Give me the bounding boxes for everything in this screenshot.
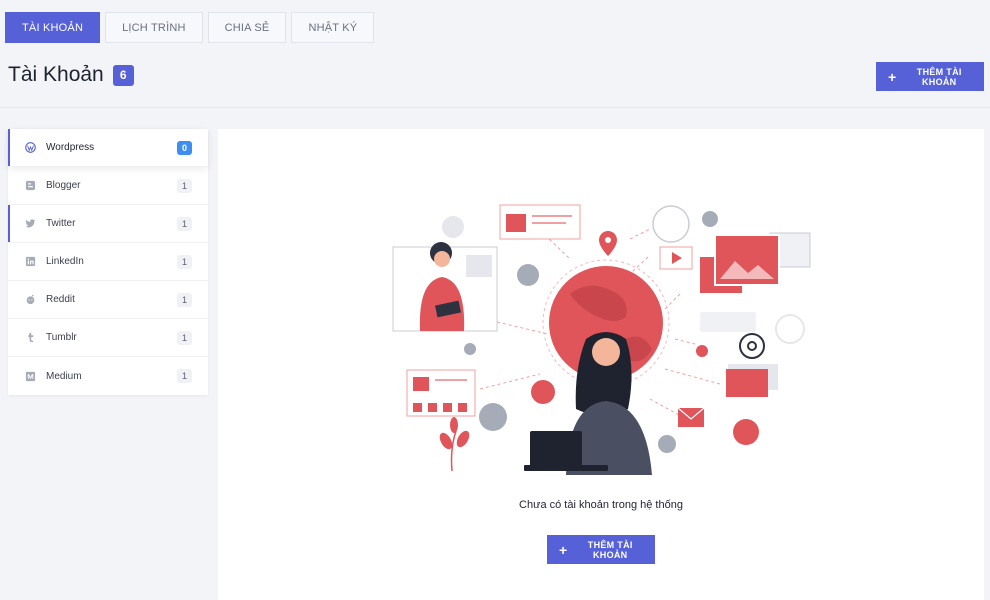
sidebar-item-label: Twitter (46, 218, 76, 229)
sidebar-item-count: 1 (177, 330, 192, 345)
twitter-icon (25, 218, 36, 229)
sidebar-item-tumblr[interactable]: Tumblr 1 (8, 319, 208, 357)
tab-schedule[interactable]: LỊCH TRÌNH (105, 12, 203, 43)
add-account-button-empty[interactable]: + THÊM TÀI KHOẢN (547, 535, 655, 564)
sidebar-item-label: Blogger (46, 180, 81, 191)
tab-bar: TÀI KHOẢN LỊCH TRÌNH CHIA SẺ NHẬT KÝ (5, 12, 375, 43)
sidebar-item-count: 1 (177, 254, 192, 269)
sidebar-item-label: Wordpress (46, 142, 95, 153)
account-count-badge: 6 (112, 64, 134, 86)
wordpress-icon (25, 142, 36, 153)
plus-icon: + (888, 68, 897, 85)
sidebar-item-count: 0 (177, 140, 192, 155)
tab-accounts[interactable]: TÀI KHOẢN (5, 12, 101, 43)
sidebar-item-count: 1 (177, 178, 192, 193)
sidebar-item-label: Medium (46, 370, 82, 382)
page-header: Tài Khoản 6 (8, 63, 134, 87)
add-account-label: THÊM TÀI KHOẢN (587, 539, 633, 560)
social-media-illustration (392, 204, 811, 475)
sidebar-item-blogger[interactable]: Blogger 1 (8, 167, 208, 205)
tab-share[interactable]: CHIA SẺ (207, 12, 287, 43)
add-account-button[interactable]: + THÊM TÀI KHOẢN (876, 62, 984, 91)
sidebar-item-twitter[interactable]: Twitter 1 (8, 205, 208, 243)
platform-sidebar: Wordpress 0 Blogger 1 Twitter 1 LinkedIn… (8, 129, 208, 395)
tab-log[interactable]: NHẬT KÝ (291, 12, 375, 43)
empty-state-panel: Chưa có tài khoản trong hệ thống + THÊM … (218, 129, 984, 600)
sidebar-item-label: LinkedIn (46, 256, 84, 267)
medium-icon (25, 371, 36, 382)
sidebar-item-reddit[interactable]: Reddit 1 (8, 281, 208, 319)
sidebar-item-count: 1 (177, 216, 192, 231)
sidebar-item-count: 1 (177, 369, 192, 383)
linkedin-icon (25, 256, 36, 267)
tumblr-icon (25, 332, 36, 343)
sidebar-item-label: Reddit (46, 294, 75, 305)
page-title: Tài Khoản (8, 63, 104, 86)
blogger-icon (25, 180, 36, 191)
sidebar-item-label: Tumblr (46, 332, 77, 343)
empty-state-message: Chưa có tài khoản trong hệ thống (519, 499, 683, 511)
reddit-icon (25, 294, 36, 305)
plus-icon: + (559, 541, 568, 558)
sidebar-item-linkedin[interactable]: LinkedIn 1 (8, 243, 208, 281)
sidebar-item-medium[interactable]: Medium 1 (8, 357, 208, 395)
sidebar-item-count: 1 (177, 292, 192, 307)
header-divider (0, 107, 990, 108)
sidebar-item-wordpress[interactable]: Wordpress 0 (8, 129, 208, 167)
add-account-label: THÊM TÀI KHOẢN (916, 66, 962, 87)
